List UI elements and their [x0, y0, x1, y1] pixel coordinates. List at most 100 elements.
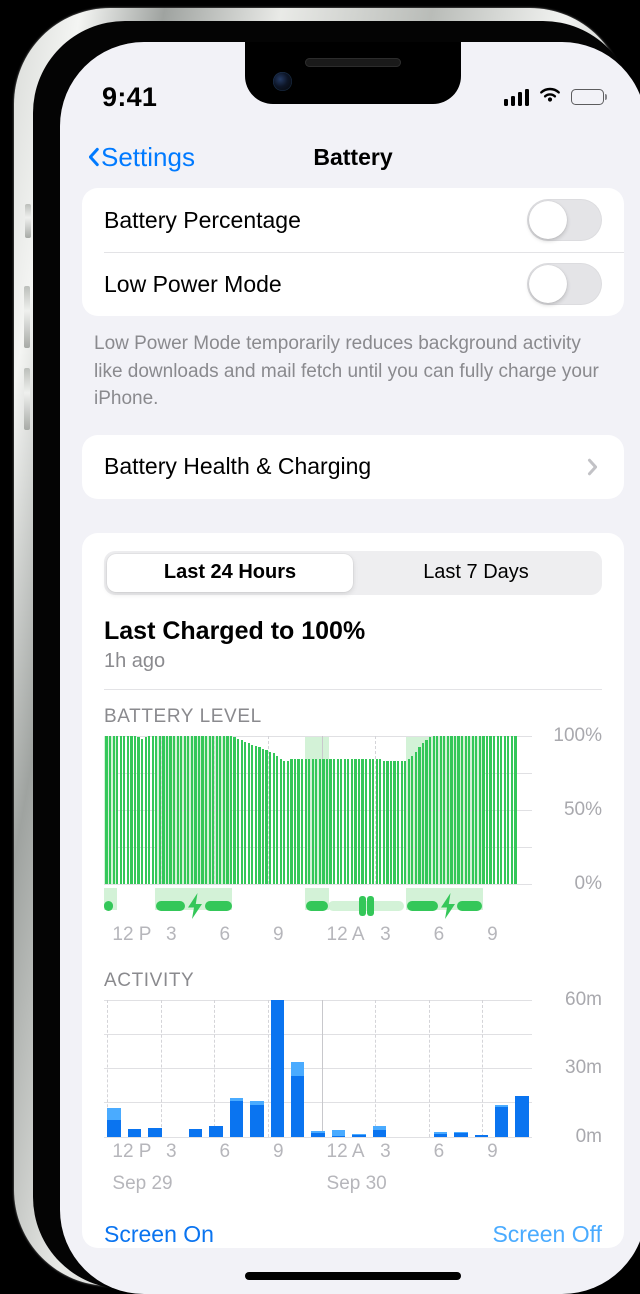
charging-status-strip [104, 887, 602, 920]
activity-x-axis: 12 P 3 6 9 12 A 3 6 9 [104, 1141, 602, 1171]
row-low-power-mode[interactable]: Low Power Mode [82, 252, 624, 316]
phone-bezel: 9:41 Settings Battery Battery Percentage… [33, 21, 640, 1294]
low-power-mode-toggle[interactable] [527, 263, 602, 305]
battery-level-bar [471, 735, 474, 884]
activity-chart: 0m 30m 60m [104, 989, 602, 1147]
battery-level-bar [461, 735, 464, 884]
battery-level-bar [190, 735, 194, 884]
battery-level-bar [119, 735, 122, 884]
gridline [104, 1068, 533, 1070]
navigation-bar: Settings Battery [60, 126, 640, 188]
time-range-segmented-control[interactable]: Last 24 Hours Last 7 Days [104, 550, 602, 595]
battery-level-bar [272, 753, 275, 884]
low-power-mode-footnote: Low Power Mode temporarily reduces backg… [94, 333, 599, 410]
battery-level-bar [333, 759, 336, 884]
battery-level-bar [457, 735, 460, 884]
battery-level-bar [254, 746, 258, 884]
battery-level-bar [286, 760, 290, 884]
gridline [104, 1102, 533, 1104]
vertical-gridline [214, 999, 216, 1137]
charging-segment [104, 900, 114, 911]
battery-level-bar [105, 735, 108, 884]
battery-level-bar [233, 737, 236, 884]
battery-level-bar [301, 759, 304, 884]
battery-level-bar [290, 759, 293, 884]
battery-level-bar [350, 759, 354, 884]
battery-level-bar [308, 759, 311, 884]
date-label: Sep 29 [112, 1172, 173, 1194]
gridline [104, 999, 533, 1001]
battery-level-bar [261, 748, 265, 884]
volume-up-button[interactable] [24, 286, 30, 348]
battery-level-bar [315, 759, 318, 884]
battery-level-bar [244, 741, 247, 884]
battery-level-bar [468, 735, 471, 884]
battery-level-bar [450, 735, 453, 884]
front-camera-icon [273, 72, 292, 91]
battery-level-bar [503, 735, 506, 884]
battery-level-bar [304, 759, 307, 884]
battery-level-bar [482, 735, 485, 884]
row-label: Battery Health & Charging [104, 453, 372, 480]
y-axis-labels: 0% 50% 100% [540, 725, 602, 894]
activity-bar-screen-on [515, 1095, 529, 1137]
battery-level-bar [180, 735, 183, 884]
x-axis-tick: 9 [273, 923, 284, 945]
phone-screen: 9:41 Settings Battery Battery Percentage… [60, 42, 640, 1294]
battery-level-bar [418, 747, 421, 884]
activity-date-axis: Sep 29 Sep 30 [104, 1173, 602, 1203]
activity-bar-screen-on [352, 1134, 366, 1137]
x-axis-tick: 3 [165, 923, 177, 945]
row-battery-health-charging[interactable]: Battery Health & Charging [82, 435, 624, 499]
battery-percentage-toggle[interactable] [527, 199, 602, 241]
activity-bar-screen-off [372, 1126, 387, 1130]
battery-level-bar [112, 735, 115, 884]
battery-level-bar [510, 735, 514, 884]
battery-level-bar [464, 735, 467, 884]
activity-bar-screen-on [494, 1106, 509, 1137]
battery-level-bar [240, 740, 243, 884]
activity-bar-screen-off [291, 1062, 305, 1077]
battery-health-card: Battery Health & Charging [82, 434, 624, 499]
back-button[interactable]: Settings [84, 142, 195, 173]
activity-bar-screen-on [270, 999, 285, 1137]
battery-level-bar [493, 735, 496, 884]
activity-bar-screen-on [209, 1126, 223, 1137]
battery-level-bar [389, 760, 393, 884]
x-axis-tick: 12 P [112, 1140, 152, 1162]
mute-switch-button[interactable] [25, 204, 31, 238]
home-indicator[interactable] [245, 1272, 461, 1280]
charging-segment [306, 900, 328, 911]
tab-last-7-days[interactable]: Last 7 Days [353, 554, 599, 592]
activity-bar-screen-on [433, 1134, 448, 1137]
activity-bar-screen-on [229, 1101, 244, 1137]
charging-segment [406, 900, 439, 911]
battery-level-bar [439, 735, 442, 884]
battery-level-bar [283, 760, 286, 884]
battery-level-bar [436, 735, 439, 884]
x-axis-tick: 3 [380, 923, 391, 945]
battery-level-bar [379, 759, 382, 884]
tab-last-24-hours[interactable]: Last 24 Hours [107, 553, 353, 592]
y-axis-tick: 30m [565, 1057, 602, 1079]
battery-level-bar [311, 759, 314, 884]
pause-icon [366, 895, 374, 916]
volume-down-button[interactable] [24, 368, 30, 430]
battery-level-bar [219, 735, 222, 884]
row-battery-percentage[interactable]: Battery Percentage [82, 188, 624, 252]
battery-level-bar [485, 735, 489, 884]
activity-bar-screen-on [127, 1128, 142, 1137]
activity-bar-screen-on [331, 1135, 346, 1137]
battery-level-bar [215, 735, 218, 884]
battery-level-bar [425, 740, 428, 884]
vertical-gridline [482, 999, 484, 1137]
battery-level-bar [489, 735, 492, 884]
battery-level-bar [208, 735, 211, 884]
battery-level-bar [478, 735, 482, 884]
activity-bar-screen-on [474, 1134, 489, 1137]
x-axis-tick: 6 [433, 923, 445, 945]
battery-level-bar [325, 759, 329, 884]
battery-level-bar [507, 735, 510, 884]
battery-level-bar [279, 759, 282, 884]
pause-icon [358, 895, 366, 916]
